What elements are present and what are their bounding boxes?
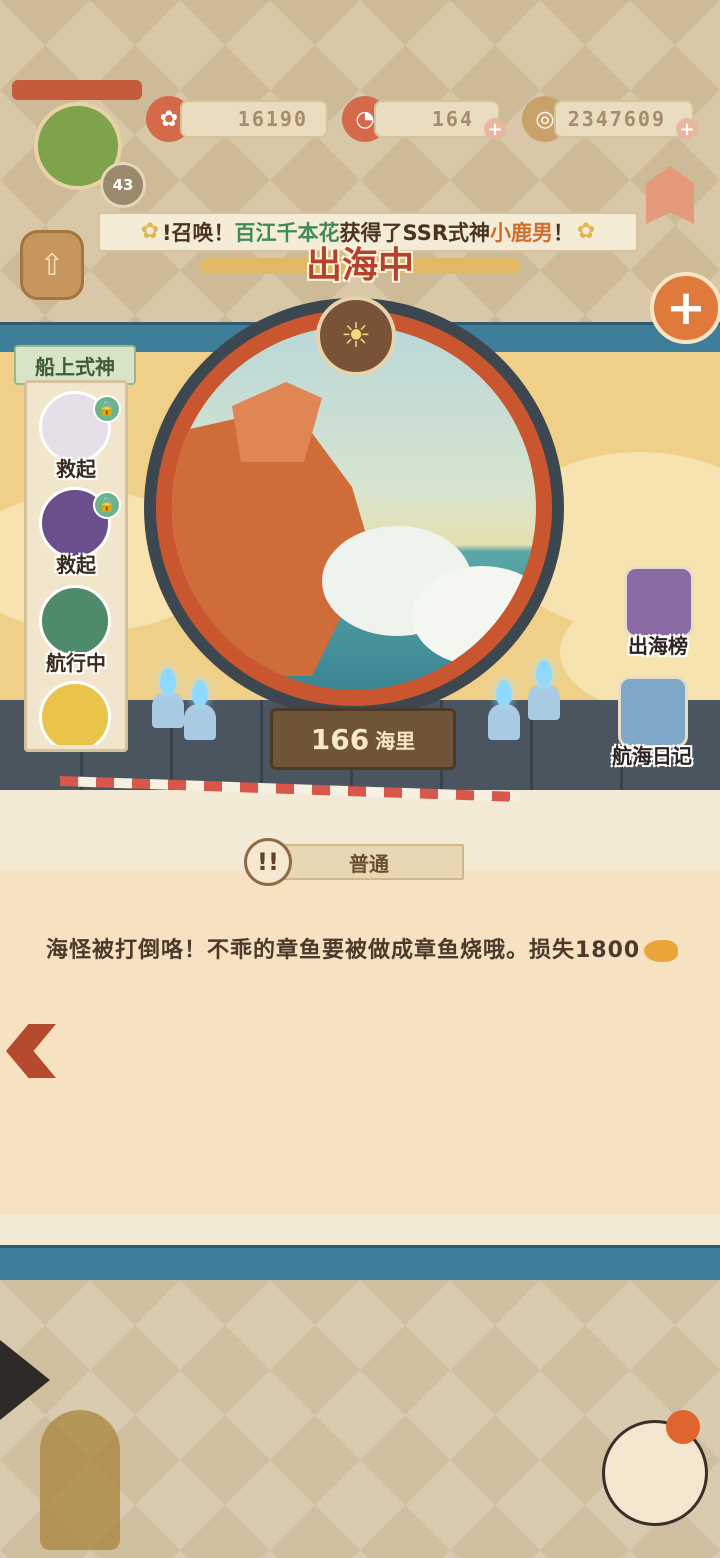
event-panel <box>0 870 720 1220</box>
currency1-value: 16190 <box>180 100 328 138</box>
torii-gate-icon <box>12 80 142 100</box>
shikigami-slot-3[interactable]: 航行中 <box>35 585 117 679</box>
voyage-diary-button[interactable]: 航海日记 <box>604 676 700 776</box>
lantern-up-icon[interactable]: ⇧ <box>20 230 84 300</box>
lock-icon: 🔒 <box>93 491 121 519</box>
diary-book-icon <box>618 676 688 748</box>
voyage-ranking-label: 出海榜 <box>628 634 688 658</box>
shikigami-status: 航行中 <box>46 651 106 675</box>
page-title: 出海中 <box>305 245 414 286</box>
event-type-label: 普通 <box>274 844 464 880</box>
ghost-candle-icon <box>522 660 566 720</box>
distance-unit: 海里 <box>375 728 416 753</box>
flower-icon: ✿ <box>576 219 596 244</box>
flower-icon: ✿ <box>140 219 160 244</box>
sea-strip-bottom <box>0 1245 720 1285</box>
currency2-value: 164 <box>374 100 500 138</box>
voyage-diary-label: 航海日记 <box>612 744 692 768</box>
close-button[interactable]: + <box>650 272 720 344</box>
add-currency2-button[interactable]: + <box>484 118 506 140</box>
banner-suffix: ！ <box>553 221 575 245</box>
sun-icon: ☀ <box>316 296 396 376</box>
distance-value: 166 <box>310 722 370 756</box>
fish-coin-icon <box>644 940 679 962</box>
sidebar-title: 船上式神 <box>14 345 136 385</box>
add-coin-button[interactable]: + <box>676 118 698 140</box>
event-panel-bottom <box>0 1215 720 1245</box>
shikigami-slot-1[interactable]: 🔒 救起 <box>35 391 121 485</box>
status-title-plate: 出海中 <box>200 240 520 292</box>
koinobori-icon[interactable] <box>640 160 700 230</box>
event-message: 海怪被打倒咯！不乖的章鱼要被做成章鱼烧哦。损失1800 <box>46 926 680 976</box>
player-level-badge: 43 <box>100 162 146 208</box>
decorative-hat-icon <box>0 1320 140 1558</box>
distance-plate: 166 海里 <box>270 708 456 770</box>
sleeping-character-icon[interactable] <box>592 1410 720 1530</box>
ranking-scroll-icon <box>624 566 694 638</box>
ghost-candle-icon <box>178 680 222 740</box>
lock-icon: 🔒 <box>93 395 121 423</box>
shikigami-slot-2[interactable]: 🔒 救起 <box>35 487 121 581</box>
shikigami-slot-4[interactable] <box>35 681 117 745</box>
voyage-ranking-button[interactable]: 出海榜 <box>610 566 706 666</box>
alert-icon: !! <box>244 838 292 886</box>
currency3-value: 2347609 <box>554 100 694 138</box>
ghost-candle-icon <box>482 680 526 740</box>
event-message-text: 海怪被打倒咯！不乖的章鱼要被做成章鱼烧哦。损失1800 <box>46 938 641 963</box>
shikigami-status: 救起 <box>56 457 96 481</box>
player-avatar[interactable]: 43 <box>12 80 146 208</box>
shikigami-sidebar: 🔒 救起 🔒 救起 航行中 <box>24 380 128 752</box>
shikigami-status: 救起 <box>56 553 96 577</box>
shikigami-portrait <box>39 681 111 745</box>
event-type-tag: 普通 !! <box>244 838 464 886</box>
